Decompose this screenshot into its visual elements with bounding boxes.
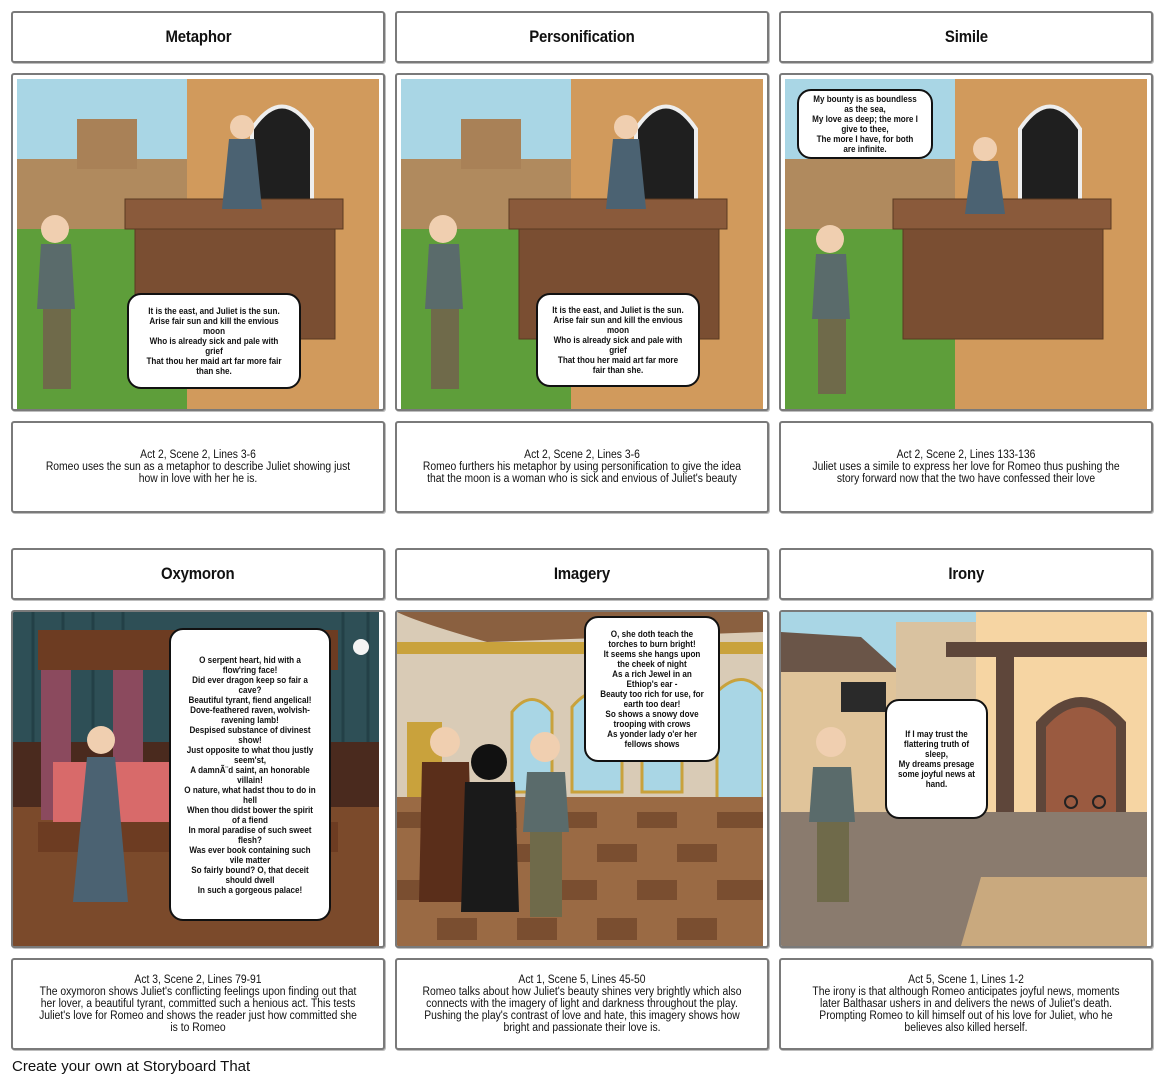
speech-bubble: O, she doth teach the torches to burn br…: [584, 616, 720, 762]
panel-scene-simile: My bounty is as boundless as the sea, My…: [779, 73, 1153, 411]
panel-description-imagery: Act 1, Scene 5, Lines 45-50 Romeo talks …: [395, 958, 769, 1050]
description-text: Juliet uses a simile to express her love…: [812, 461, 1120, 485]
description-text: The oxymoron shows Juliet's conflicting …: [39, 986, 357, 1034]
panel-title-personification: Personification: [395, 11, 769, 63]
panel-description-personification: Act 2, Scene 2, Lines 3-6 Romeo furthers…: [395, 421, 769, 513]
panel-title-metaphor: Metaphor: [11, 11, 385, 63]
speech-bubble: It is the east, and Juliet is the sun. A…: [536, 293, 700, 387]
speech-bubble-text: It is the east, and Juliet is the sun. A…: [146, 306, 282, 376]
speech-bubble-text: O, she doth teach the torches to burn br…: [600, 629, 704, 749]
panel-title-imagery: Imagery: [395, 548, 769, 600]
speech-bubble: If I may trust the flattering truth of s…: [885, 699, 988, 819]
speech-bubble-text: If I may trust the flattering truth of s…: [898, 729, 975, 789]
panel-title-text: Simile: [944, 27, 988, 46]
panel-scene-metaphor: It is the east, and Juliet is the sun. A…: [11, 73, 385, 411]
speech-bubble: It is the east, and Juliet is the sun. A…: [127, 293, 301, 389]
description-text: Romeo furthers his metaphor by using per…: [422, 461, 742, 485]
panel-title-irony: Irony: [779, 548, 1153, 600]
panel-title-text: Imagery: [553, 564, 611, 583]
speech-bubble: My bounty is as boundless as the sea, My…: [797, 89, 933, 159]
panel-title-oxymoron: Oxymoron: [11, 548, 385, 600]
citation: Act 2, Scene 2, Lines 3-6: [524, 449, 640, 461]
speech-bubble-text: O serpent heart, hid with a flow'ring fa…: [184, 654, 316, 895]
panel-scene-personification: It is the east, and Juliet is the sun. A…: [395, 73, 769, 411]
panel-scene-imagery: O, she doth teach the torches to burn br…: [395, 610, 769, 948]
speech-bubble-text: My bounty is as boundless as the sea, My…: [812, 94, 918, 154]
citation: Act 1, Scene 5, Lines 45-50: [518, 974, 646, 986]
panel-title-simile: Simile: [779, 11, 1153, 63]
description-text: Romeo talks about how Juliet's beauty sh…: [422, 986, 742, 1034]
citation: Act 2, Scene 2, Lines 133-136: [896, 449, 1036, 461]
description-text: The irony is that although Romeo anticip…: [812, 986, 1120, 1034]
panel-title-text: Oxymoron: [161, 564, 235, 583]
citation: Act 5, Scene 1, Lines 1-2: [908, 974, 1024, 986]
panel-description-irony: Act 5, Scene 1, Lines 1-2 The irony is t…: [779, 958, 1153, 1050]
citation: Act 2, Scene 2, Lines 3-6: [140, 449, 256, 461]
storyboard: Metaphor It is the east, and Juliet is t…: [0, 0, 1165, 1087]
panel-scene-oxymoron: O serpent heart, hid with a flow'ring fa…: [11, 610, 385, 948]
panel-title-text: Personification: [529, 27, 635, 46]
panel-scene-irony: If I may trust the flattering truth of s…: [779, 610, 1153, 948]
panel-title-text: Irony: [948, 564, 984, 583]
panel-description-metaphor: Act 2, Scene 2, Lines 3-6 Romeo uses the…: [11, 421, 385, 513]
speech-bubble-text: It is the east, and Juliet is the sun. A…: [552, 305, 684, 375]
panel-title-text: Metaphor: [165, 27, 231, 46]
citation: Act 3, Scene 2, Lines 79-91: [134, 974, 262, 986]
footer-link[interactable]: Create your own at Storyboard That: [12, 1058, 250, 1075]
description-text: Romeo uses the sun as a metaphor to desc…: [45, 461, 351, 485]
speech-bubble: O serpent heart, hid with a flow'ring fa…: [169, 628, 331, 921]
panel-description-oxymoron: Act 3, Scene 2, Lines 79-91 The oxymoron…: [11, 958, 385, 1050]
panel-description-simile: Act 2, Scene 2, Lines 133-136 Juliet use…: [779, 421, 1153, 513]
